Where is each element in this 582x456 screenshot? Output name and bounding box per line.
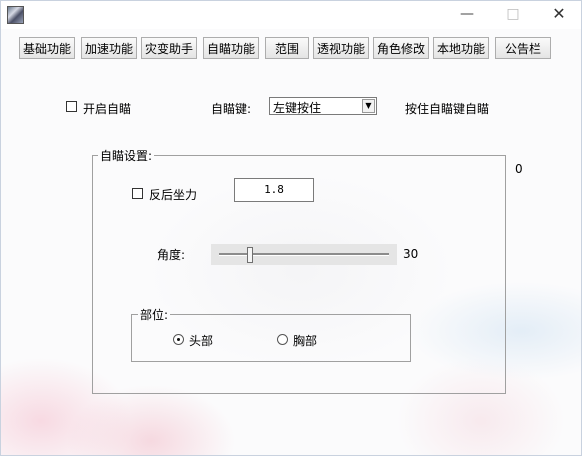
tab-basic[interactable]: 基础功能 (19, 37, 75, 59)
tab-speed[interactable]: 加速功能 (81, 37, 137, 59)
tab-aimbot[interactable]: 自瞄功能 (203, 37, 259, 59)
part-chest-radio[interactable] (277, 334, 288, 345)
tab-announcements[interactable]: 公告栏 (495, 37, 551, 59)
radio-selected-dot (177, 338, 180, 341)
close-icon[interactable]: ✕ (539, 3, 579, 27)
anti-recoil-checkbox[interactable] (132, 188, 143, 199)
maximize-icon[interactable]: □ (493, 3, 533, 27)
aim-key-value: 左键按住 (273, 101, 322, 115)
tab-character[interactable]: 角色修改 (373, 37, 429, 59)
tab-bar: 基础功能 加速功能 灾变助手 自瞄功能 范围 透视功能 角色修改 本地功能 公告… (1, 37, 581, 61)
tab-local[interactable]: 本地功能 (433, 37, 489, 59)
main-window: — □ ✕ 基础功能 加速功能 灾变助手 自瞄功能 范围 透视功能 角色修改 本… (0, 0, 582, 456)
anti-recoil-input[interactable]: 1.8 (234, 178, 314, 202)
tab-range[interactable]: 范围 (265, 37, 309, 59)
enable-aim-label: 开启自瞄 (83, 102, 132, 116)
title-bar: — □ ✕ (1, 1, 581, 29)
tab-esp[interactable]: 透视功能 (313, 37, 369, 59)
angle-slider-thumb[interactable] (247, 247, 253, 263)
aim-part-title: 部位: (138, 306, 171, 323)
app-icon (7, 6, 24, 24)
aim-key-hint: 按住自瞄键自瞄 (405, 102, 490, 116)
chevron-down-icon[interactable]: ▼ (362, 99, 375, 113)
part-head-radio[interactable] (173, 334, 184, 345)
enable-aim-checkbox[interactable] (66, 101, 77, 112)
anti-recoil-label: 反后坐力 (149, 188, 198, 202)
minimize-icon[interactable]: — (447, 3, 487, 27)
aim-key-label: 自瞄键: (211, 102, 252, 116)
part-chest-label: 胸部 (293, 334, 318, 348)
part-head-label: 头部 (189, 334, 214, 348)
angle-value: 30 (403, 247, 419, 261)
angle-label: 角度: (157, 248, 186, 262)
tab-disaster-helper[interactable]: 灾变助手 (141, 37, 197, 59)
angle-slider-track (219, 253, 389, 256)
aim-key-select[interactable]: 左键按住 ▼ (269, 97, 377, 115)
aim-settings-title: 自瞄设置: (98, 147, 155, 164)
side-value: 0 (515, 162, 523, 176)
